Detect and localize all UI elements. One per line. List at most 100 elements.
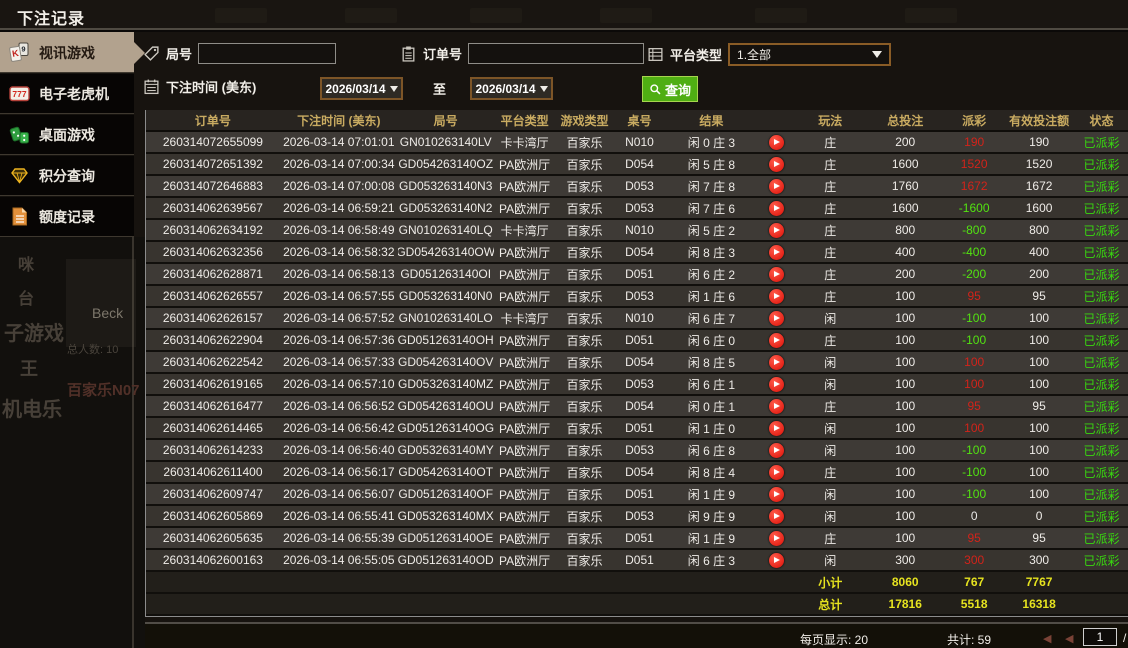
sidebar-item-table-games[interactable]: 桌面游戏 (0, 114, 134, 155)
table-row[interactable]: 260314062622904 2026-03-14 06:57:36 GD05… (146, 330, 1128, 352)
header-order-no: 订单号 (194, 113, 231, 128)
sidebar-item-quota-record[interactable]: 额度记录 (0, 196, 134, 237)
table-row[interactable]: 260314072651392 2026-03-14 07:00:34 GD05… (146, 154, 1128, 176)
table-row[interactable]: 260314072655099 2026-03-14 07:01:01 GN01… (146, 132, 1128, 154)
cell-game-id: GD053263140MY (397, 443, 494, 457)
cell-play-type: 庄 (824, 399, 837, 414)
header-bet-time: 下注时间 (美东) (297, 113, 381, 128)
cell-bet-time: 2026-03-14 06:57:52 (283, 311, 395, 325)
header-platform: 平台类型 (500, 113, 549, 128)
play-video-button[interactable] (768, 222, 784, 238)
sidebar-item-points-query[interactable]: 积分查询 (0, 155, 134, 196)
cell-table-no: D051 (625, 553, 654, 567)
cell-order-no: 260314062622542 (162, 355, 263, 369)
cell-video (757, 528, 795, 548)
cell-order-no: 260314062616477 (162, 399, 263, 413)
dominoes-icon (9, 124, 30, 145)
cell-result: 闲 6 庄 7 (687, 311, 736, 326)
cell-result: 闲 6 庄 2 (687, 267, 736, 282)
table-row[interactable]: 260314062626557 2026-03-14 06:57:55 GD05… (146, 286, 1128, 308)
play-video-button[interactable] (768, 266, 784, 282)
prev-page-button[interactable]: ◀ (1065, 632, 1073, 645)
cell-platform: PA欧洲厅 (499, 531, 551, 546)
cell-result: 闲 6 庄 8 (687, 443, 736, 458)
table-row[interactable]: 260314062609747 2026-03-14 06:56:07 GD05… (146, 484, 1128, 506)
table-row[interactable]: 260314062600163 2026-03-14 06:55:05 GD05… (146, 550, 1128, 572)
cell-play-type: 庄 (824, 179, 837, 194)
order-no-input[interactable] (468, 43, 645, 64)
first-page-button[interactable]: ◀ (1043, 632, 1051, 645)
cell-game-id: GD054263140OZ (398, 157, 494, 171)
play-video-button[interactable] (768, 486, 784, 502)
table-row[interactable]: 260314062628871 2026-03-14 06:58:13 GD05… (146, 264, 1128, 286)
play-video-button[interactable] (768, 464, 784, 480)
play-video-button[interactable] (768, 134, 784, 150)
play-video-button[interactable] (768, 200, 784, 216)
play-video-button[interactable] (768, 156, 784, 172)
play-video-button[interactable] (768, 310, 784, 326)
table-row[interactable]: 260314062605635 2026-03-14 06:55:39 GD05… (146, 528, 1128, 550)
cell-video (757, 132, 795, 152)
table-row[interactable]: 260314062619165 2026-03-14 06:57:10 GD05… (146, 374, 1128, 396)
cell-table-no: D054 (625, 245, 654, 259)
date-to-picker[interactable]: 2026/03/14 (470, 77, 553, 100)
cell-status: 已派彩 (1083, 267, 1120, 282)
table-row[interactable]: 260314062632356 2026-03-14 06:58:32 GD05… (146, 242, 1128, 264)
play-video-button[interactable] (768, 354, 784, 370)
cell-platform: PA欧洲厅 (499, 267, 551, 282)
play-video-button[interactable] (768, 398, 784, 414)
play-video-button[interactable] (768, 420, 784, 436)
cell-game-id: GD051263140OD (397, 553, 494, 567)
cell-valid-bet: 300 (1029, 553, 1050, 567)
cell-result: 闲 6 庄 0 (687, 333, 736, 348)
table-row[interactable]: 260314062611400 2026-03-14 06:56:17 GD05… (146, 462, 1128, 484)
play-video-button[interactable] (768, 178, 784, 194)
table-row[interactable]: 260314072646883 2026-03-14 07:00:08 GD05… (146, 176, 1128, 198)
tag-icon (143, 45, 160, 62)
cell-video (757, 308, 795, 328)
table-row[interactable]: 260314062622542 2026-03-14 06:57:33 GD05… (146, 352, 1128, 374)
play-video-button[interactable] (768, 530, 784, 546)
play-video-button[interactable] (768, 552, 784, 568)
cell-bet-time: 2026-03-14 06:57:55 (283, 289, 395, 303)
play-video-button[interactable] (768, 376, 784, 392)
play-video-button[interactable] (768, 288, 784, 304)
header-table-no: 桌号 (627, 113, 652, 128)
cell-result: 闲 8 庄 4 (687, 465, 736, 480)
cell-payout: -100 (962, 487, 987, 501)
cell-valid-bet: 100 (1029, 355, 1050, 369)
table-row[interactable]: 260314062614233 2026-03-14 06:56:40 GD05… (146, 440, 1128, 462)
table-row[interactable]: 260314062614465 2026-03-14 06:56:42 GD05… (146, 418, 1128, 440)
cell-valid-bet: 100 (1029, 377, 1050, 391)
game-id-input[interactable] (198, 43, 337, 64)
table-row[interactable]: 260314062616477 2026-03-14 06:56:52 GD05… (146, 396, 1128, 418)
cell-total-bet: 400 (895, 245, 916, 259)
platform-type-select[interactable]: 1.全部 (728, 43, 892, 66)
main-panel: 局号 订单号 平台类型 1.全部 下注时间 (美东) 2026/03/14 至 … (134, 32, 1128, 648)
table-row[interactable]: 260314062639567 2026-03-14 06:59:21 GD05… (146, 198, 1128, 220)
table-row[interactable]: 260314062605869 2026-03-14 06:55:41 GD05… (146, 506, 1128, 528)
cell-game-id: GD051263140OE (397, 531, 494, 545)
cell-total-bet: 100 (895, 487, 916, 501)
cell-status: 已派彩 (1083, 421, 1120, 436)
cell-result: 闲 9 庄 9 (687, 509, 736, 524)
cell-bet-time: 2026-03-14 06:56:17 (283, 465, 395, 479)
play-video-button[interactable] (768, 244, 784, 260)
cell-result: 闲 6 庄 1 (687, 377, 736, 392)
play-video-button[interactable] (768, 442, 784, 458)
sidebar-item-video-games[interactable]: 9K 视讯游戏 (0, 32, 134, 73)
cell-status: 已派彩 (1083, 135, 1120, 150)
cell-bet-time: 2026-03-14 06:56:07 (283, 487, 395, 501)
cell-video (757, 396, 795, 416)
table-row[interactable]: 260314062626157 2026-03-14 06:57:52 GN01… (146, 308, 1128, 330)
play-video-button[interactable] (768, 508, 784, 524)
query-button[interactable]: 查询 (642, 76, 698, 102)
sidebar-item-slots[interactable]: 777 电子老虎机 (0, 73, 134, 114)
date-from-picker[interactable]: 2026/03/14 (320, 77, 403, 100)
table-row[interactable]: 260314062634192 2026-03-14 06:58:49 GN01… (146, 220, 1128, 242)
cell-platform: 卡卡湾厅 (500, 311, 549, 326)
page-number-input[interactable]: 1 (1083, 628, 1117, 646)
play-video-button[interactable] (768, 332, 784, 348)
cell-total-bet: 1600 (891, 201, 919, 215)
cell-game-type: 百家乐 (566, 311, 603, 326)
